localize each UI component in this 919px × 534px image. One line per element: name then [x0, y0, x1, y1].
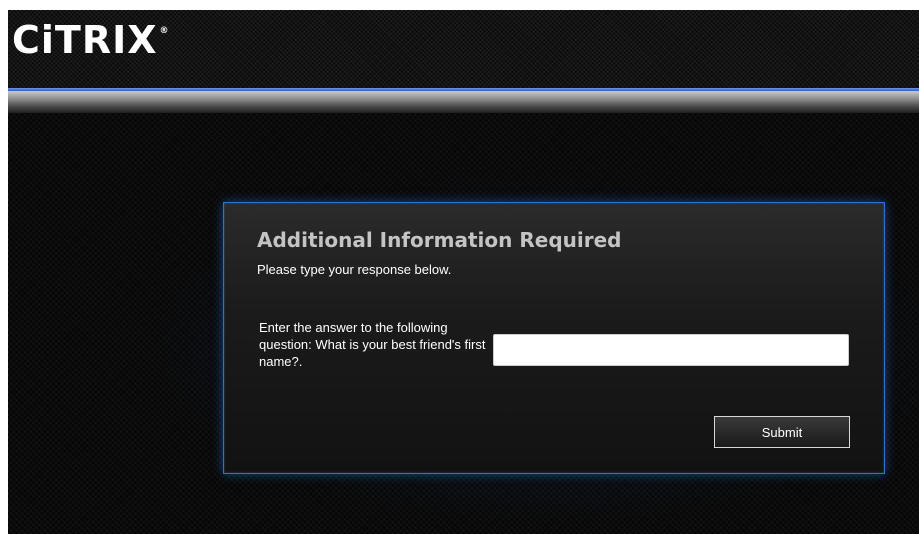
security-answer-input[interactable]	[493, 334, 849, 366]
citrix-login-screen: CiTRIX ® Additional Information Required…	[8, 10, 919, 534]
header-silver-band	[8, 91, 919, 113]
citrix-logo: CiTRIX ®	[12, 18, 170, 62]
header-bar: CiTRIX ®	[8, 10, 919, 88]
registered-mark: ®	[159, 26, 170, 36]
citrix-logo-text: CiTRIX	[12, 18, 158, 62]
submit-button[interactable]: Submit	[714, 416, 850, 448]
security-question-label: Enter the answer to the following questi…	[259, 320, 486, 369]
panel-title: Additional Information Required	[257, 228, 622, 252]
additional-info-panel: Additional Information Required Please t…	[223, 202, 885, 474]
panel-subtitle: Please type your response below.	[257, 262, 452, 277]
